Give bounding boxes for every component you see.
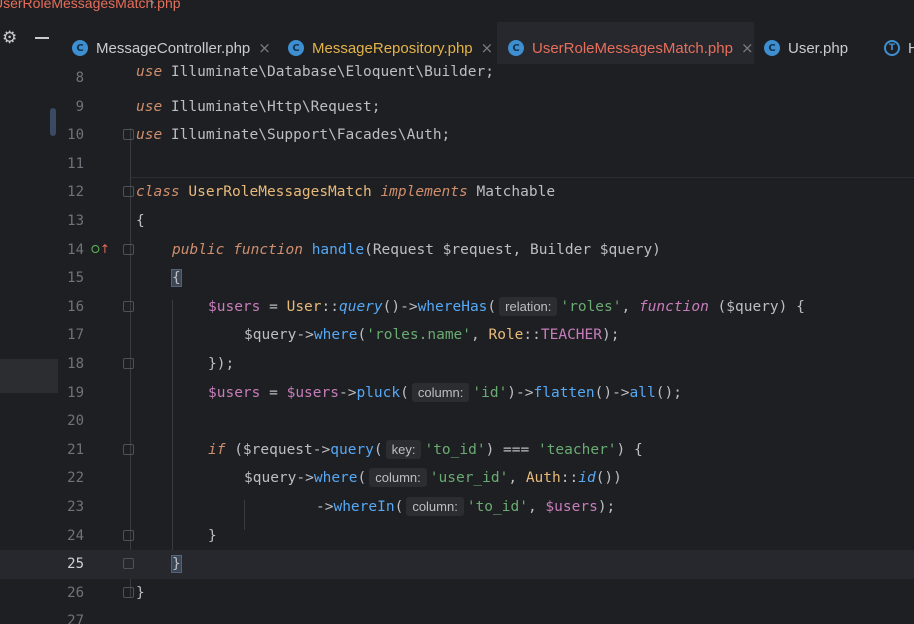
fold-start-icon[interactable] [123, 186, 134, 198]
fold-start-icon[interactable] [123, 243, 134, 255]
code-line[interactable]: 20 [0, 407, 914, 436]
line-number: 10 [67, 127, 84, 144]
code-line[interactable]: 8 use Illuminate\Database\Eloquent\Build… [0, 64, 914, 93]
close-icon[interactable]: × [481, 39, 494, 57]
tab-user-role-messages-match[interactable]: C UserRoleMessagesMatch.php × [508, 34, 754, 62]
code-line[interactable]: 27 [0, 607, 914, 624]
code-line[interactable]: 24 } [0, 522, 914, 551]
code-line[interactable]: 21 if ($request->query(key:'to_id') === … [0, 436, 914, 465]
fold-start-icon[interactable] [123, 443, 134, 455]
code-line-current[interactable]: 25 } [0, 550, 914, 579]
close-icon[interactable]: × [258, 39, 271, 57]
tab-label: UserRoleMessagesMatch.php [532, 39, 733, 57]
code-line[interactable]: 16 $users = User::query()->whereHas(rela… [0, 293, 914, 322]
parameter-hint: column: [406, 497, 464, 516]
line-number: 25 [67, 556, 84, 573]
code-text: $users = User::query()->whereHas(relatio… [208, 296, 805, 316]
code-text: class UserRoleMessagesMatch implements M… [136, 184, 556, 201]
line-number: 18 [67, 356, 84, 372]
parameter-hint: key: [385, 439, 422, 459]
line-number: 19 [67, 384, 84, 401]
php-class-icon: C [288, 40, 304, 56]
code-line[interactable]: 18 }); [0, 350, 914, 379]
close-icon[interactable]: × [741, 39, 754, 57]
code-line[interactable]: 23 ->whereIn(column:'to_id', $users); [0, 493, 914, 522]
line-number: 15 [67, 270, 84, 287]
tab-overflow[interactable]: T H [884, 34, 914, 62]
code-text: } [136, 584, 145, 601]
code-text: $query->where('roles.name', Role::TEACHE… [244, 327, 620, 344]
code-line[interactable]: 13 { [0, 207, 914, 236]
fold-end-icon[interactable] [123, 586, 134, 598]
code-text: public function handle(Request $request,… [172, 241, 661, 258]
code-line[interactable]: 9 use Illuminate\Http\Request; [0, 93, 914, 122]
tab-label: MessageController.php [96, 39, 251, 57]
parameter-hint: relation: [499, 296, 558, 316]
line-number: 11 [67, 155, 84, 172]
code-editor[interactable]: 8 use Illuminate\Database\Eloquent\Build… [0, 64, 914, 624]
code-line[interactable]: 12 class UserRoleMessagesMatch implement… [0, 178, 914, 207]
code-line[interactable]: 11 [0, 150, 914, 179]
code-text: } [208, 527, 217, 544]
line-number: 17 [67, 327, 84, 344]
minimize-icon[interactable] [35, 37, 49, 39]
line-number: 9 [75, 98, 84, 115]
code-line[interactable]: 15 { [0, 264, 914, 293]
line-number: 12 [67, 184, 84, 201]
php-class-icon: C [764, 40, 780, 56]
php-class-icon: C [72, 40, 88, 56]
line-number: 26 [67, 584, 84, 601]
line-number: 27 [67, 613, 84, 624]
parameter-hint: column: [411, 382, 470, 402]
line-number: 21 [67, 441, 84, 458]
line-number: 23 [67, 499, 84, 515]
tab-label: User.php [788, 39, 849, 57]
php-trait-icon: T [884, 40, 900, 56]
code-line[interactable]: 17 $query->where('roles.name', Role::TEA… [0, 321, 914, 350]
fold-end-icon[interactable] [123, 529, 134, 541]
line-number: 13 [67, 213, 84, 229]
code-text: if ($request->query(key:'to_id') === 'te… [208, 439, 643, 459]
line-number: 24 [67, 527, 84, 544]
tab-label: H [908, 39, 914, 57]
gear-icon[interactable]: ⚙ [2, 28, 17, 48]
code-text: { [171, 269, 182, 288]
code-text: use Illuminate\Http\Request; [136, 98, 381, 115]
implements-method-icon[interactable]: ⭘↑ [91, 242, 110, 257]
code-line[interactable]: 26 } [0, 579, 914, 608]
breadcrumb[interactable]: UserRoleMessagesMatch.php › [0, 0, 914, 14]
line-number: 16 [67, 298, 84, 315]
parameter-hint: column: [369, 468, 427, 488]
fold-end-icon[interactable] [123, 358, 134, 369]
php-class-icon: C [508, 40, 524, 56]
fold-end-icon[interactable] [123, 129, 134, 141]
chevron-right-icon: › [150, 0, 155, 9]
code-text: $users = $users->pluck(column:'id')->fla… [208, 382, 682, 402]
code-text: }); [208, 356, 235, 372]
code-text: { [136, 213, 145, 229]
line-number: 20 [67, 413, 84, 430]
tab-label: MessageRepository.php [312, 39, 473, 57]
line-number: 22 [67, 470, 84, 487]
line-number: 8 [75, 70, 84, 86]
code-text: $query->where(column:'user_id', Auth::id… [244, 468, 622, 488]
code-line[interactable]: 14 ⭘↑ public function handle(Request $re… [0, 236, 914, 265]
line-number: 14 [67, 241, 84, 258]
code-line[interactable]: 19 $users = $users->pluck(column:'id')->… [0, 379, 914, 408]
code-text: } [171, 555, 182, 574]
code-line[interactable]: 22 $query->where(column:'user_id', Auth:… [0, 464, 914, 493]
code-text: use Illuminate\Database\Eloquent\Builder… [136, 64, 494, 80]
code-text: use Illuminate\Support\Facades\Auth; [136, 127, 451, 144]
fold-end-icon[interactable] [123, 558, 134, 570]
code-line[interactable]: 10 use Illuminate\Support\Facades\Auth; [0, 121, 914, 150]
code-text: ->whereIn(column:'to_id', $users); [316, 497, 616, 516]
fold-start-icon[interactable] [123, 300, 134, 312]
tab-user[interactable]: C User.php [764, 34, 848, 62]
